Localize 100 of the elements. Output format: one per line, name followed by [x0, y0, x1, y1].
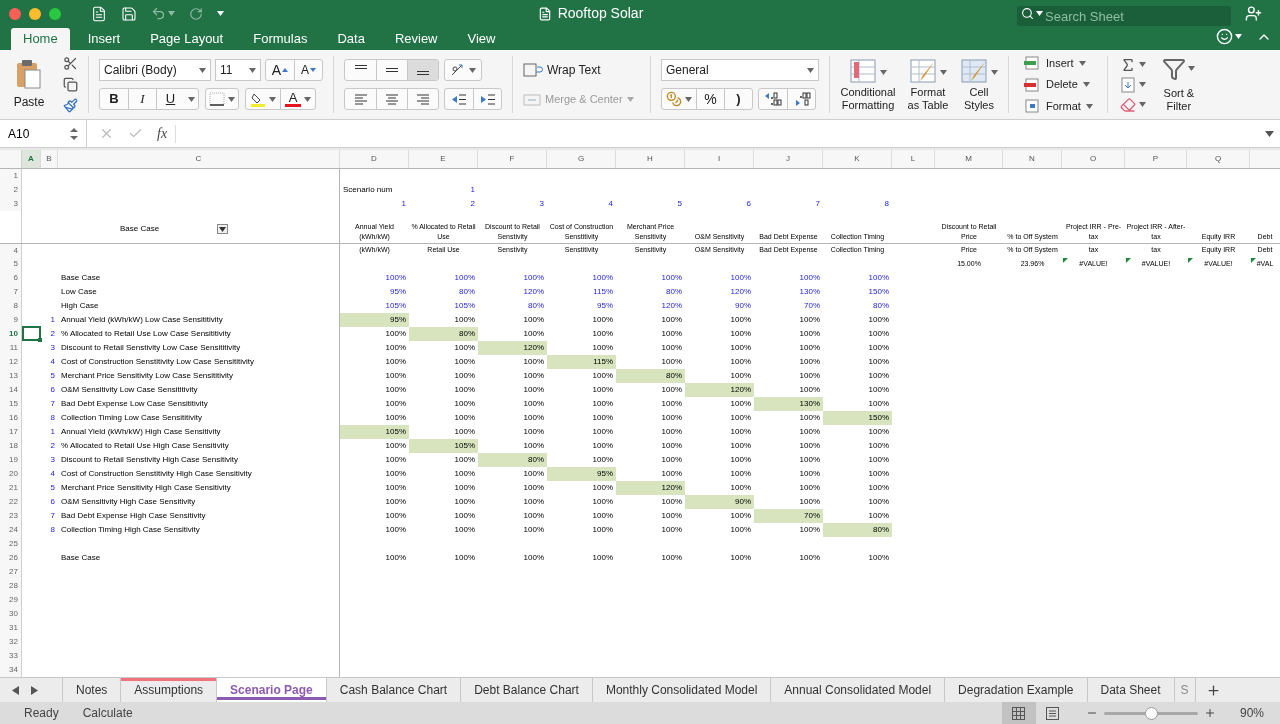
- row-number[interactable]: 7: [0, 285, 22, 299]
- row-number[interactable]: 27: [0, 565, 22, 579]
- previous-sheet-icon[interactable]: [12, 685, 19, 695]
- sheet-tab[interactable]: Scenario Page: [216, 678, 326, 702]
- row-number[interactable]: 16: [0, 411, 22, 425]
- column-header[interactable]: Q: [1187, 150, 1250, 168]
- add-sheet-icon[interactable]: [1206, 682, 1222, 698]
- increase-decimal-icon[interactable]: [764, 92, 782, 106]
- row-number[interactable]: 8: [0, 299, 22, 313]
- dropdown-button[interactable]: [217, 224, 229, 234]
- row-number[interactable]: 24: [0, 523, 22, 537]
- add-person-icon[interactable]: [1245, 5, 1262, 22]
- column-header[interactable]: O: [1062, 150, 1125, 168]
- wrap-text-button[interactable]: Wrap Text: [523, 61, 640, 80]
- cells-button[interactable]: Insert: [1023, 54, 1093, 72]
- row-number[interactable]: 3: [0, 197, 22, 211]
- column-header[interactable]: N: [1003, 150, 1062, 168]
- row-number[interactable]: 13: [0, 369, 22, 383]
- search-field[interactable]: Search Sheet: [1017, 6, 1231, 26]
- column-header[interactable]: H: [616, 150, 685, 168]
- paste-button[interactable]: Paste: [9, 58, 49, 111]
- grow-font-button[interactable]: A: [266, 60, 294, 80]
- vertical-align-button[interactable]: [407, 60, 438, 80]
- number-format-field[interactable]: General: [661, 59, 819, 81]
- shrink-font-button[interactable]: A: [294, 60, 322, 80]
- row-number[interactable]: 33: [0, 649, 22, 663]
- cells-button[interactable]: Format: [1023, 97, 1093, 115]
- font-name-field[interactable]: Calibri (Body): [99, 59, 211, 81]
- row-number[interactable]: 12: [0, 355, 22, 369]
- row-number[interactable]: 14: [0, 383, 22, 397]
- column-header[interactable]: P: [1125, 150, 1187, 168]
- sort-filter-button[interactable]: Sort & Filter: [1155, 56, 1202, 113]
- zoom-slider-thumb[interactable]: [1144, 706, 1158, 720]
- zoom-icon[interactable]: [49, 7, 61, 20]
- coins-icon[interactable]: [666, 91, 682, 107]
- column-header[interactable]: J: [754, 150, 823, 168]
- next-sheet-icon[interactable]: [31, 685, 38, 695]
- column-header[interactable]: B: [41, 150, 58, 168]
- row-number[interactable]: 31: [0, 621, 22, 635]
- row-number[interactable]: 6: [0, 271, 22, 285]
- column-header[interactable]: L: [892, 150, 935, 168]
- decrease-indent-icon[interactable]: [451, 93, 467, 105]
- save-icon[interactable]: [121, 5, 137, 22]
- row-number[interactable]: 34: [0, 663, 22, 677]
- row-number[interactable]: 17: [0, 425, 22, 439]
- column-header[interactable]: G: [547, 150, 616, 168]
- zoom-in-icon[interactable]: [1203, 707, 1216, 719]
- feedback-icon[interactable]: [1216, 28, 1233, 45]
- ribbon-tab[interactable]: Review: [382, 28, 450, 50]
- column-header[interactable]: E: [409, 150, 478, 168]
- row-number[interactable]: 4: [0, 244, 22, 257]
- row-number[interactable]: 11: [0, 341, 22, 355]
- column-header[interactable]: C: [58, 150, 340, 168]
- minimize-icon[interactable]: [29, 7, 41, 20]
- row-number[interactable]: 32: [0, 635, 22, 649]
- row-number[interactable]: 20: [0, 467, 22, 481]
- italic-button[interactable]: I: [128, 89, 156, 109]
- undo-icon[interactable]: [151, 6, 166, 21]
- row-number[interactable]: 2: [0, 183, 22, 197]
- row-number[interactable]: 23: [0, 509, 22, 523]
- row-number[interactable]: 18: [0, 439, 22, 453]
- row-number[interactable]: 5: [0, 257, 22, 271]
- borders-icon[interactable]: [209, 92, 225, 106]
- font-size-field[interactable]: 11: [215, 59, 261, 81]
- row-number[interactable]: 10: [0, 327, 22, 341]
- column-header[interactable]: F: [478, 150, 547, 168]
- fill-color-icon[interactable]: [250, 91, 266, 107]
- increase-indent-icon[interactable]: [479, 93, 496, 105]
- ribbon-tab[interactable]: Formulas: [241, 28, 320, 50]
- underline-button[interactable]: U: [156, 89, 184, 109]
- ribbon-tab[interactable]: Insert: [75, 28, 133, 50]
- name-box[interactable]: A10: [0, 120, 87, 147]
- selected-cell[interactable]: [22, 326, 41, 341]
- row-number[interactable]: 15: [0, 397, 22, 411]
- column-header[interactable]: D: [340, 150, 409, 168]
- row-number[interactable]: 1: [0, 169, 22, 183]
- percent-button[interactable]: %: [696, 89, 724, 109]
- ribbon-tab[interactable]: Data: [325, 28, 377, 50]
- styles-button[interactable]: Conditional Formatting: [838, 59, 898, 112]
- ribbon-tab[interactable]: Home: [11, 28, 70, 50]
- normal-view-button[interactable]: [1001, 702, 1036, 724]
- bold-button[interactable]: B: [100, 89, 128, 109]
- row-number[interactable]: 9: [0, 313, 22, 327]
- cut-icon[interactable]: [63, 56, 78, 71]
- column-header[interactable]: A: [22, 150, 41, 168]
- styles-button[interactable]: Format as Table: [904, 59, 952, 112]
- column-header[interactable]: K: [823, 150, 892, 168]
- calculate-button[interactable]: Calculate: [82, 704, 133, 722]
- cells-button[interactable]: Delete: [1023, 76, 1093, 93]
- row-number[interactable]: 28: [0, 579, 22, 593]
- format-painter-icon[interactable]: [63, 98, 78, 113]
- clear-icon[interactable]: [1119, 96, 1136, 113]
- row-number[interactable]: 30: [0, 607, 22, 621]
- comma-style-button[interactable]: ): [724, 89, 752, 109]
- ribbon-tab[interactable]: View: [455, 28, 508, 50]
- column-header[interactable]: I: [685, 150, 754, 168]
- styles-button[interactable]: Cell Styles: [958, 59, 1000, 112]
- row-number[interactable]: 22: [0, 495, 22, 509]
- insert-function-button[interactable]: fx: [157, 123, 168, 144]
- copy-icon[interactable]: [63, 77, 78, 92]
